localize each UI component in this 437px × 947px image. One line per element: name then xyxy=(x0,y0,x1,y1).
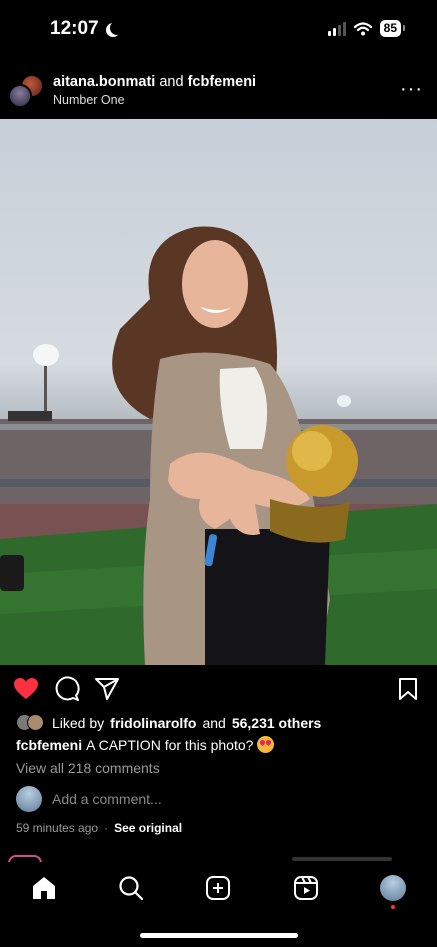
search-icon[interactable] xyxy=(117,874,145,902)
bottom-nav xyxy=(0,862,437,947)
profile-tab[interactable] xyxy=(379,874,407,909)
likes-row[interactable]: Liked by fridolinarolfo and 56,231 other… xyxy=(16,714,321,732)
liked-by-and: and xyxy=(202,715,226,731)
heart-icon[interactable] xyxy=(13,676,39,702)
post-actions xyxy=(0,672,437,706)
home-indicator[interactable] xyxy=(140,933,298,938)
avatar xyxy=(16,786,42,812)
notification-dot xyxy=(391,905,395,909)
home-icon[interactable] xyxy=(30,874,58,902)
create-icon[interactable] xyxy=(204,874,232,902)
wifi-icon xyxy=(353,21,372,35)
add-comment-input[interactable]: Add a comment... xyxy=(52,791,162,807)
battery-indicator: 85 xyxy=(379,20,406,37)
post-author-line: aitana.bonmati and fcbfemeni xyxy=(53,74,256,90)
share-icon[interactable] xyxy=(94,676,120,702)
add-comment-row[interactable]: Add a comment... xyxy=(16,786,162,812)
avatar xyxy=(380,875,406,901)
status-indicators: 85 xyxy=(327,20,406,37)
meta-separator: · xyxy=(104,821,109,835)
avatar xyxy=(8,84,32,108)
post-photo[interactable] xyxy=(0,119,437,665)
reels-icon[interactable] xyxy=(292,874,320,902)
status-bar: 12:07 85 xyxy=(0,0,437,60)
post-meta: 59 minutes ago · See original xyxy=(16,821,182,835)
bookmark-icon[interactable] xyxy=(395,676,421,702)
next-post-divider xyxy=(292,857,392,861)
liked-by-user[interactable]: fridolinarolfo xyxy=(110,715,196,731)
post-authors: aitana.bonmati and fcbfemeni Number One xyxy=(53,74,256,107)
see-original-link[interactable]: See original xyxy=(114,821,182,835)
post-caption: fcbfemeni A CAPTION for this photo? xyxy=(16,736,275,753)
liked-by-avatars xyxy=(16,714,46,732)
liked-by-others[interactable]: 56,231 others xyxy=(232,715,322,731)
post-header: aitana.bonmati and fcbfemeni Number One … xyxy=(0,68,437,114)
author-username[interactable]: fcbfemeni xyxy=(188,74,257,90)
post-subtitle[interactable]: Number One xyxy=(53,93,256,107)
clock-text: 12:07 xyxy=(50,18,99,39)
more-options-icon[interactable]: ··· xyxy=(400,79,423,99)
cellular-signal-icon xyxy=(327,21,346,36)
view-comments-link[interactable]: View all 218 comments xyxy=(16,760,160,776)
post-timestamp: 59 minutes ago xyxy=(16,821,99,835)
author-username[interactable]: aitana.bonmati xyxy=(53,74,155,90)
moon-icon xyxy=(110,21,124,35)
photo-illustration xyxy=(0,226,437,665)
comment-icon[interactable] xyxy=(54,676,80,702)
heart-eyes-emoji-icon xyxy=(257,736,275,753)
author-connector: and xyxy=(159,74,184,90)
caption-text: A CAPTION for this photo? xyxy=(86,736,254,753)
caption-username[interactable]: fcbfemeni xyxy=(16,737,82,753)
status-time: 12:07 xyxy=(50,18,118,40)
liked-by-prefix: Liked by xyxy=(52,715,105,731)
collab-avatars[interactable] xyxy=(8,74,44,110)
